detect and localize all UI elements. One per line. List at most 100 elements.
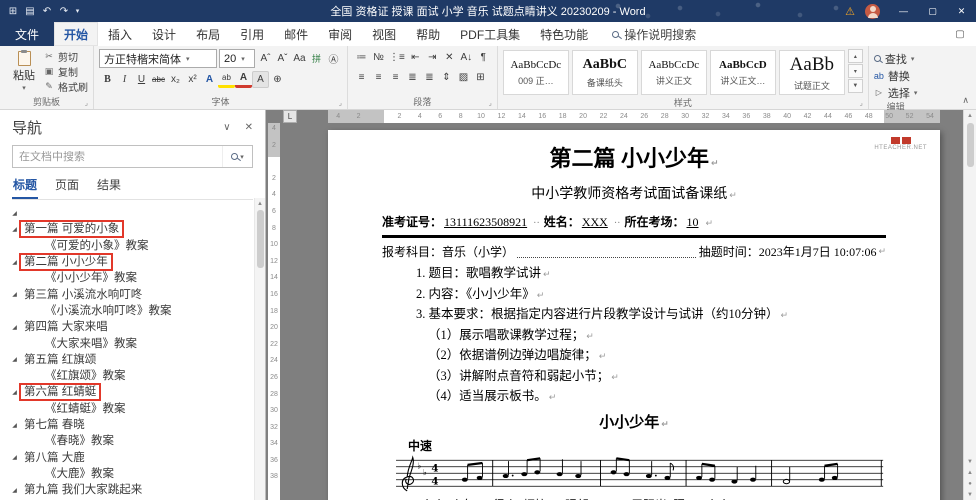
align-center-button[interactable]: ≡: [370, 69, 387, 86]
vertical-ruler[interactable]: 422468101214161820222426283032343638: [268, 123, 280, 500]
close-button[interactable]: ✕: [947, 0, 976, 22]
expand-collapse-icon[interactable]: ◢: [8, 422, 21, 429]
tab-home[interactable]: 开始: [54, 22, 98, 46]
copy-button[interactable]: ▣ 复制: [43, 65, 88, 79]
replace-button[interactable]: ab 替换: [874, 68, 918, 83]
nav-heading-item[interactable]: 《大家来唱》教案: [8, 335, 265, 351]
nav-heading-item[interactable]: ◢ 第五篇 红旗颂: [8, 352, 265, 368]
italic-button[interactable]: I: [116, 71, 133, 88]
save-button[interactable]: ▤: [22, 2, 38, 20]
horizontal-ruler[interactable]: 4224681012141618202224262830323436384042…: [328, 110, 940, 123]
expand-collapse-icon[interactable]: ◢: [8, 210, 21, 217]
select-button[interactable]: ▷ 选择 ▾: [874, 85, 918, 100]
scroll-up-icon[interactable]: ▲: [255, 198, 265, 209]
search-input[interactable]: [13, 151, 222, 163]
nav-tab-headings[interactable]: 标题: [12, 175, 38, 199]
nav-heading-item[interactable]: 《可爱的小象》教案: [8, 238, 265, 254]
nav-heading-item[interactable]: 《小溪流水响叮咚》教案: [8, 303, 265, 319]
format-painter-button[interactable]: ✎ 格式刷: [43, 80, 88, 94]
nav-heading-item[interactable]: ◢ 第八篇 大鹿: [8, 449, 265, 465]
nav-heading-item[interactable]: ◢ 第二篇 小小少年: [8, 254, 265, 270]
document-paragraph[interactable]: （3）讲解附点音符和弱起小节；: [382, 367, 886, 388]
grow-font-button[interactable]: Aˆ: [257, 50, 274, 67]
paragraph-dialog-launcher-icon[interactable]: ⌟: [489, 99, 492, 107]
borders-button[interactable]: ⊞: [472, 69, 489, 86]
tab-file[interactable]: 文件: [0, 22, 54, 46]
tab-insert[interactable]: 插入: [98, 22, 142, 46]
line-spacing-button[interactable]: ⇕: [438, 69, 455, 86]
multilevel-list-button[interactable]: ⋮≡: [387, 49, 407, 66]
align-right-button[interactable]: ≡: [387, 69, 404, 86]
shading-button[interactable]: ▨: [455, 69, 472, 86]
change-case-button[interactable]: Aa: [291, 50, 308, 67]
style-beike-header[interactable]: AaBbC 备课纸头: [572, 50, 638, 95]
increase-indent-button[interactable]: ⇥: [424, 49, 441, 66]
font-color-button[interactable]: A: [235, 71, 252, 88]
document-page[interactable]: HTEACHER.NET 第二篇 小小少年 中小学教师资格考试面试备课纸 准考证…: [328, 130, 940, 500]
nav-tab-results[interactable]: 结果: [96, 175, 122, 199]
asian-layout-button[interactable]: ✕: [441, 49, 458, 66]
nav-heading-item[interactable]: ◢ 第六篇 红蜻蜓: [8, 384, 265, 400]
decrease-indent-button[interactable]: ⇤: [407, 49, 424, 66]
scrollbar-thumb[interactable]: [967, 123, 974, 167]
collapse-ribbon-button[interactable]: ∧: [962, 95, 969, 106]
style-gallery-down-icon[interactable]: ▾: [848, 64, 863, 78]
subject-line[interactable]: 报考科目：音乐（小学） 抽题时间：2023年1月7日 10:07:06: [382, 243, 886, 261]
expand-collapse-icon[interactable]: ◢: [8, 259, 21, 266]
shrink-font-button[interactable]: Aˇ: [274, 50, 291, 67]
style-shiti-body[interactable]: AaBb 试题正文: [779, 50, 845, 95]
expand-collapse-icon[interactable]: ◢: [8, 324, 21, 331]
highlight-button[interactable]: ab: [218, 71, 235, 88]
nav-heading-item[interactable]: ◢: [8, 205, 265, 221]
scroll-up-icon[interactable]: ▲: [964, 110, 976, 121]
nav-scrollbar[interactable]: ▲: [254, 198, 265, 500]
distribute-button[interactable]: ≣: [421, 69, 438, 86]
nav-heading-item[interactable]: 《小小少年》教案: [8, 270, 265, 286]
paste-button[interactable]: 粘贴 ▾: [5, 49, 43, 94]
document-paragraph[interactable]: （4）适当展示板书。: [382, 387, 886, 408]
nav-heading-item[interactable]: ◢ 第一篇 可爱的小象: [8, 221, 265, 237]
styles-dialog-launcher-icon[interactable]: ⌟: [860, 99, 863, 107]
expand-collapse-icon[interactable]: ◢: [8, 291, 21, 298]
nav-heading-item[interactable]: ◢ 第七篇 春晓: [8, 417, 265, 433]
numbering-button[interactable]: №: [370, 49, 387, 66]
search-button[interactable]: ▾: [222, 146, 252, 167]
bullets-button[interactable]: ≔: [353, 49, 370, 66]
clipboard-dialog-launcher-icon[interactable]: ⌟: [85, 99, 88, 107]
style-gallery-up-icon[interactable]: ▴: [848, 49, 863, 63]
document-title[interactable]: 第二篇 小小少年: [382, 144, 886, 179]
cut-button[interactable]: ✂ 剪切: [43, 50, 88, 64]
document-search-box[interactable]: ▾: [12, 145, 253, 168]
ribbon-display-options-icon[interactable]: ▢: [952, 25, 968, 43]
undo-button[interactable]: ↶: [39, 2, 55, 20]
nav-heading-item[interactable]: 《大鹿》教案: [8, 466, 265, 482]
font-dialog-launcher-icon[interactable]: ⌟: [339, 99, 342, 107]
document-paragraph[interactable]: 3. 基本要求：根据指定内容进行片段教学设计与试讲（约10分钟）: [382, 305, 886, 326]
expand-collapse-icon[interactable]: ◢: [8, 356, 21, 363]
ticket-line[interactable]: 准考证号：13111623508921··姓名：XXX··所在考场：10: [382, 214, 886, 232]
tab-design[interactable]: 设计: [142, 22, 186, 46]
sheet-music-notation[interactable]: ♭♭ 44: [383, 454, 885, 498]
tab-help[interactable]: 帮助: [406, 22, 450, 46]
align-left-button[interactable]: ≡: [353, 69, 370, 86]
justify-button[interactable]: ≣: [404, 69, 421, 86]
nav-heading-item[interactable]: ◢ 第三篇 小溪流水响叮咚: [8, 286, 265, 302]
document-subtitle[interactable]: 中小学教师资格考试面试备课纸: [382, 185, 886, 206]
document-paragraph[interactable]: （1）展示唱歌课教学过程；: [382, 326, 886, 347]
font-name-select[interactable]: 方正特楷宋简体 ▾: [99, 49, 217, 68]
nav-heading-item[interactable]: 《红蜻蜓》教案: [8, 401, 265, 417]
browse-object-icon[interactable]: ●: [964, 478, 976, 489]
next-page-icon[interactable]: ▼: [964, 489, 976, 500]
find-button[interactable]: 查找 ▾: [874, 51, 918, 66]
document-paragraph[interactable]: 1. 题目：歌唱教学试讲: [382, 264, 886, 285]
nav-heading-item[interactable]: 《红旗颂》教案: [8, 368, 265, 384]
nav-heading-item[interactable]: ◢ 第四篇 大家来唱: [8, 319, 265, 335]
tab-review[interactable]: 审阅: [318, 22, 362, 46]
tab-view[interactable]: 视图: [362, 22, 406, 46]
document-scrollbar[interactable]: ▲ ▼ ▲ ● ▼: [963, 110, 976, 500]
text-effects-button[interactable]: A: [201, 71, 218, 88]
paragraph-marks-button[interactable]: ¶: [475, 49, 492, 66]
subscript-button[interactable]: x₂: [167, 71, 184, 88]
tab-references[interactable]: 引用: [230, 22, 274, 46]
style-jiangyi-body[interactable]: AaBbCcDc 讲义正文: [641, 50, 707, 95]
